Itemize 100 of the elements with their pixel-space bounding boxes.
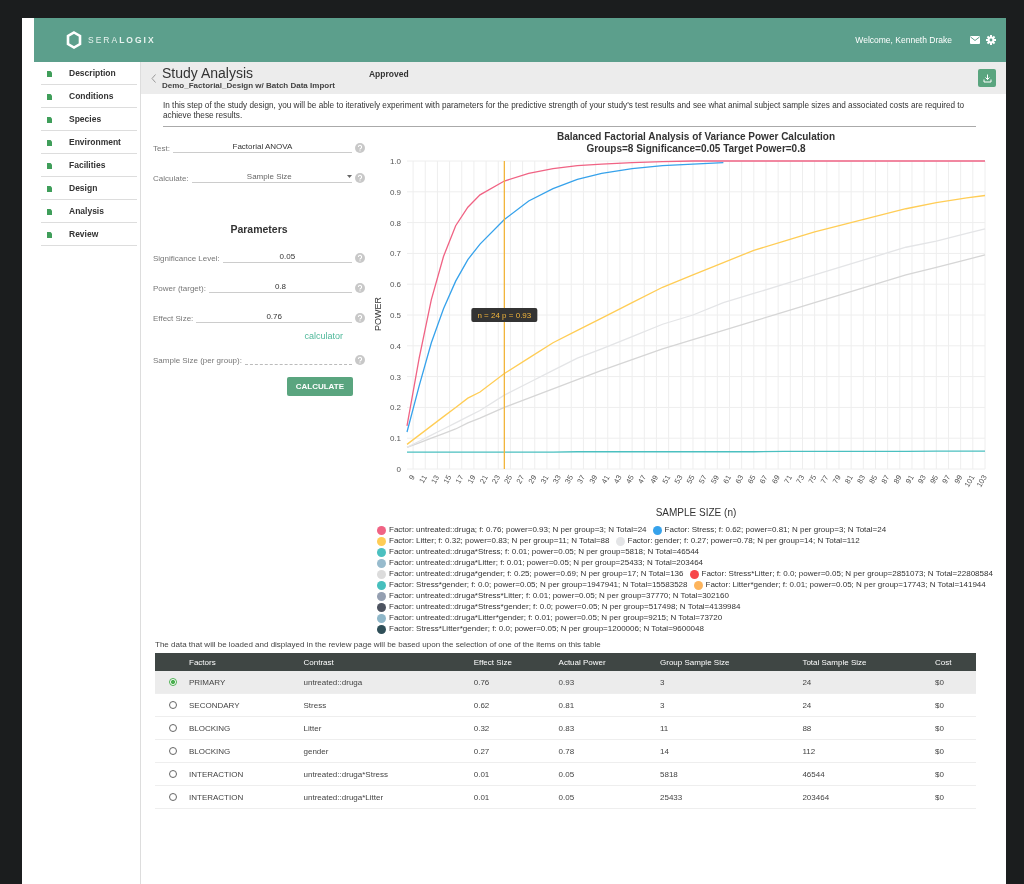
- table-cell: PRIMARY: [185, 671, 300, 694]
- calculate-select[interactable]: Sample Size: [191, 171, 352, 183]
- sidebar-item[interactable]: Design: [41, 177, 137, 200]
- study-subtitle: Demo_Factorial_Design w/ Batch Data Import: [162, 81, 335, 90]
- table-cell: 0.81: [554, 693, 656, 717]
- axis-tick-label: 0: [396, 465, 401, 474]
- table-cell: INTERACTION: [185, 785, 300, 809]
- sidebar-item[interactable]: Description: [41, 62, 137, 85]
- table-cell: untreated::druga*Litter: [299, 785, 470, 809]
- legend-label: Factor: untreated::druga*Stress; f: 0.01; power=0.05; N per group=5818; N Total=46544: [389, 547, 700, 557]
- table-cell: $0: [930, 693, 976, 717]
- field-label: Effect Size:: [153, 314, 194, 323]
- column-header: Effect Size: [469, 653, 555, 671]
- sidebar-item[interactable]: Species: [41, 108, 137, 131]
- back-chevron-icon[interactable]: [151, 73, 156, 83]
- table-cell: $0: [930, 671, 976, 694]
- table-cell: 11: [656, 716, 799, 740]
- column-header: Actual Power: [554, 653, 656, 671]
- help-icon[interactable]: [355, 253, 365, 263]
- axis-title: POWER: [373, 297, 383, 331]
- table-cell: 0.93: [554, 671, 656, 694]
- table-cell: 3: [656, 671, 799, 694]
- table-cell: untreated::druga*Stress: [299, 762, 470, 786]
- table-cell: 46544: [798, 762, 931, 786]
- text-field[interactable]: 0.05: [222, 251, 352, 263]
- field-label: Test:: [153, 144, 170, 153]
- legend-label: Factor: Litter*gender; f: 0.01; power=0.05; N per group=17743; N Total=141944: [705, 580, 986, 590]
- axis-title: SAMPLE SIZE (n): [655, 507, 737, 518]
- chart-title: Groups=8 Significance=0.05 Target Power=0.8: [586, 143, 806, 154]
- document-icon: [46, 69, 53, 77]
- table-cell: $0: [930, 739, 976, 763]
- legend-label: Factor: untreated::druga*Litter; f: 0.01; power=0.05; N per group=25433; N Total=203464: [389, 558, 704, 568]
- table-cell: 88: [798, 716, 931, 740]
- table-cell: $0: [930, 785, 976, 809]
- table-cell: 24: [798, 671, 931, 694]
- table-cell: BLOCKING: [185, 716, 300, 740]
- mail-icon[interactable]: [970, 36, 980, 44]
- text-field[interactable]: 0.76: [196, 311, 352, 323]
- table-cell: 14: [656, 739, 799, 763]
- hexagon-logo-icon: [66, 31, 82, 49]
- legend-label: Factor: Stress*Litter*gender; f: 0.0; power=0.05; N per group=1200006; N Total=9600048: [389, 624, 704, 634]
- table-caption: The data that will be loaded and displayed in the review page will be based upon the selection of one of the items on this table: [155, 640, 602, 649]
- help-icon[interactable]: [355, 283, 365, 293]
- table-cell: 0.62: [469, 693, 555, 717]
- table-cell: 0.78: [554, 739, 656, 763]
- legend-label: Factor: gender; f: 0.27; power=0.78; N per group=14; N Total=112: [627, 536, 860, 546]
- settings-icon[interactable]: [986, 35, 996, 45]
- table-cell: 0.01: [469, 785, 555, 809]
- table-cell: BLOCKING: [185, 739, 300, 763]
- download-button[interactable]: [978, 69, 996, 87]
- sidebar-item[interactable]: Environment: [41, 131, 137, 154]
- text-field[interactable]: Factorial ANOVA: [172, 141, 352, 153]
- sidebar-item[interactable]: Conditions: [41, 85, 137, 108]
- sidebar-item[interactable]: Facilities: [41, 154, 137, 177]
- table-cell: 5818: [656, 762, 799, 786]
- axis-tick-label: 0.9: [389, 187, 401, 197]
- axis-tick-label: 1.0: [389, 157, 401, 166]
- axis-tick-label: 0.2: [389, 403, 401, 413]
- column-header: Total Sample Size: [798, 653, 931, 671]
- table-cell: gender: [299, 739, 470, 763]
- field-label: Sample Size (per group):: [153, 356, 242, 365]
- intro-text: In this step of the study design, you will be able to iteratively experiment with parameters for the predictive strength of your study's test results and see what animal subject sample sizes and associated costs are required to achieve these results.: [162, 100, 966, 122]
- radio-button[interactable]: [169, 678, 177, 686]
- sidebar-item[interactable]: Review: [41, 223, 137, 246]
- chart-title: Balanced Factorial Analysis of Variance Power Calculation: [556, 131, 836, 142]
- table-cell: SECONDARY: [185, 693, 300, 717]
- legend-label: Factor: Stress*gender; f: 0.0; power=0.05; N per group=1947941; N Total=15583528: [389, 580, 688, 590]
- help-icon[interactable]: [355, 355, 365, 365]
- field-label: Power (target):: [153, 284, 206, 293]
- table-cell: 0.05: [554, 785, 656, 809]
- axis-tick-label: 0.7: [389, 249, 401, 259]
- help-icon[interactable]: [355, 313, 365, 323]
- table-cell: 0.05: [554, 762, 656, 786]
- table-cell: 0.83: [554, 716, 656, 740]
- legend-label: Factor: Stress; f: 0.62; power=0.81; N per group=3; N Total=24: [664, 525, 887, 535]
- table-cell: 112: [798, 739, 931, 763]
- help-icon[interactable]: [355, 173, 365, 183]
- table-cell: 3: [656, 693, 799, 717]
- axis-tick-label: 0.5: [389, 311, 401, 320]
- axis-tick-label: 0.3: [389, 372, 401, 382]
- sidebar-item[interactable]: Analysis: [41, 200, 137, 223]
- download-icon: [982, 73, 992, 83]
- help-icon[interactable]: [355, 143, 365, 153]
- document-icon: [46, 230, 53, 238]
- table-cell: INTERACTION: [185, 762, 300, 786]
- text-field[interactable]: 0.8: [208, 281, 352, 293]
- table-cell: $0: [930, 716, 976, 740]
- welcome-text: Welcome, Kenneth Drake: [855, 35, 952, 45]
- document-icon: [46, 161, 53, 169]
- table-cell: 24: [798, 693, 931, 717]
- axis-tick-label: 0.8: [389, 218, 401, 228]
- document-icon: [46, 207, 53, 215]
- table-cell: 25433: [656, 785, 799, 809]
- table-cell: Stress: [299, 693, 470, 717]
- status-label: Approved: [368, 69, 409, 79]
- axis-tick-label: 0.1: [389, 434, 401, 444]
- document-icon: [46, 138, 53, 146]
- document-icon: [46, 184, 53, 192]
- table-cell: 0.76: [469, 671, 555, 694]
- legend-label: Factor: untreated::druga*Stress*gender; f: 0.0; power=0.05; N per group=517498; N Total=4139984: [389, 602, 741, 612]
